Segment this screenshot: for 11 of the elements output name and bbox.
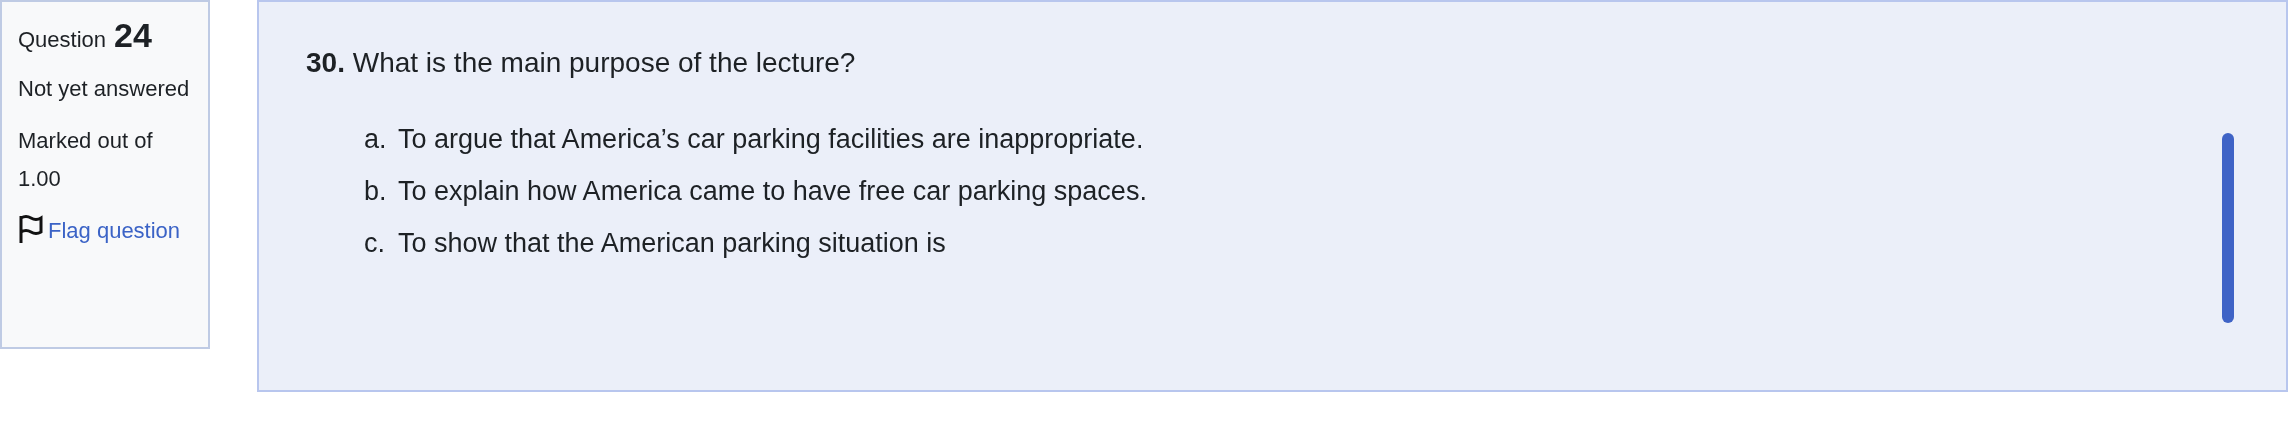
answer-option[interactable]: b. To explain how America came to have free car parking spaces. <box>364 172 2222 210</box>
question-text: 30. What is the main purpose of the lecture? <box>306 46 857 80</box>
flag-question-link[interactable]: Flag question <box>18 212 192 250</box>
scrollbar[interactable] <box>2222 133 2234 323</box>
flag-icon <box>18 214 44 244</box>
answer-option[interactable]: c. To show that the American parking situation is <box>364 224 2222 262</box>
question-number: 24 <box>114 18 152 52</box>
answer-option[interactable]: a. To argue that America’s car parking facilities are inappropriate. <box>364 120 2222 158</box>
answer-status: Not yet answered <box>18 75 191 103</box>
question-label: Question <box>18 26 107 54</box>
marks-text: Marked out of 1.00 <box>18 127 154 193</box>
